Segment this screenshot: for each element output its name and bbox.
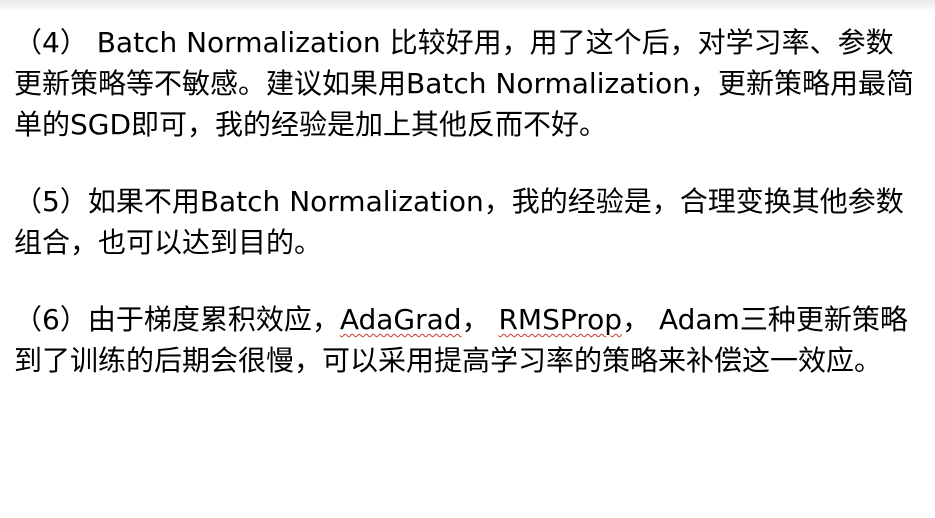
- paragraph-4-text: （4） Batch Normalization 比较好用，用了这个后，对学习率、…: [14, 26, 914, 141]
- paragraph-6-separator: ，: [461, 303, 499, 336]
- paragraph-5: （5）如果不用Batch Normalization，我的经验是，合理变换其他参…: [14, 181, 919, 263]
- paragraph-5-text: （5）如果不用Batch Normalization，我的经验是，合理变换其他参…: [14, 185, 904, 259]
- spellcheck-word-adagrad: AdaGrad: [339, 303, 462, 336]
- document-body: （4） Batch Normalization 比较好用，用了这个后，对学习率、…: [14, 22, 919, 417]
- spellcheck-word-rmsprop: RMSProp: [498, 303, 623, 336]
- paragraph-6-text-start: （6）由于梯度累积效应，: [14, 303, 340, 336]
- paragraph-6: （6）由于梯度累积效应，AdaGrad， RMSProp， Adam三种更新策略…: [14, 299, 919, 381]
- window-top-edge: [0, 0, 935, 12]
- paragraph-4: （4） Batch Normalization 比较好用，用了这个后，对学习率、…: [14, 22, 919, 145]
